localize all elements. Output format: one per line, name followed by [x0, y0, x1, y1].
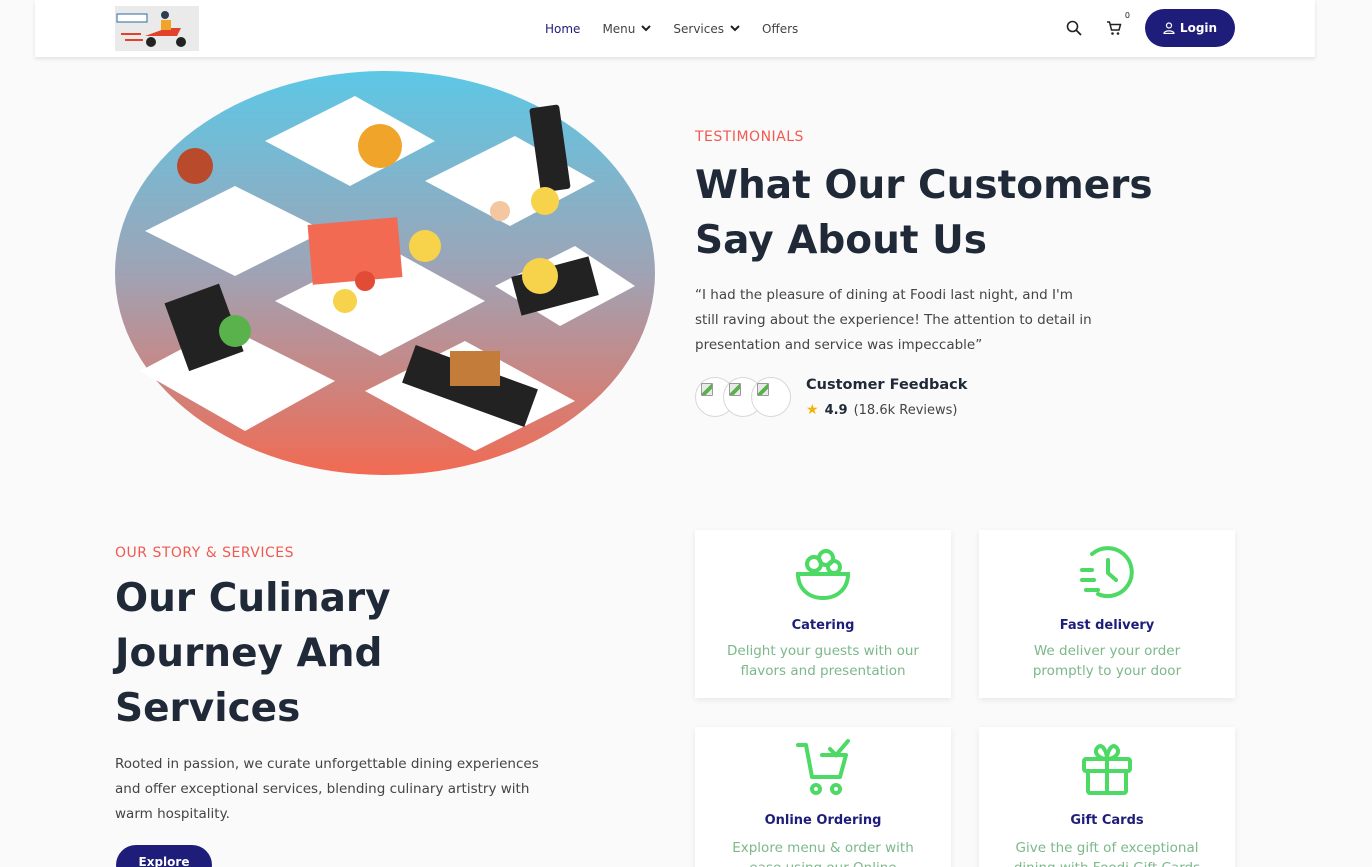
salad-bowl-icon [795, 549, 851, 601]
rating-value: 4.9 [824, 402, 848, 418]
nav-offers[interactable]: Offers [762, 22, 798, 36]
nav-links: Home Menu Services Offers [545, 0, 820, 57]
user-icon [1163, 22, 1175, 34]
chevron-down-icon [641, 25, 652, 32]
fast-clock-icon [1080, 546, 1134, 599]
service-card-online-ordering[interactable]: Online Ordering Explore menu & order wit… [695, 727, 951, 867]
rating: ★ 4.9 (18.6k Reviews) [806, 402, 958, 418]
nav-services[interactable]: Services [673, 22, 740, 36]
gift-icon [1082, 744, 1132, 795]
testimonials-title: What Our Customers Say About Us [695, 163, 1153, 263]
nav-home[interactable]: Home [545, 22, 580, 36]
service-card-gift-cards[interactable]: Gift Cards Give the gift of exceptional … [979, 727, 1235, 867]
service-title: Online Ordering [764, 813, 882, 828]
login-button[interactable]: Login [1145, 9, 1235, 47]
service-card-catering[interactable]: Catering Delight your guests with our fl… [695, 530, 951, 698]
star-icon: ★ [806, 402, 819, 418]
nav-actions: 0 Login [1063, 9, 1235, 47]
nav-menu-label: Menu [602, 21, 636, 36]
story-body: Rooted in passion, we curate unforgettab… [115, 756, 539, 822]
avatar [751, 377, 791, 417]
service-desc: Delight your guests with our flavors and… [727, 643, 919, 679]
review-count: (18.6k Reviews) [853, 402, 958, 418]
navbar: Home Menu Services Offers 0 Login [35, 0, 1315, 57]
customer-avatars [695, 377, 791, 417]
feedback-title: Customer Feedback [806, 377, 968, 393]
hero-illustration [115, 71, 655, 476]
nav-menu[interactable]: Menu [602, 21, 652, 36]
logo[interactable] [115, 6, 199, 51]
nav-home-label: Home [545, 21, 581, 36]
explore-button[interactable]: Explore [116, 845, 212, 867]
service-title: Fast delivery [1059, 618, 1155, 633]
service-desc: Explore menu & order with ease using our… [732, 840, 914, 867]
cart-count-badge: 0 [1124, 11, 1130, 20]
chevron-down-icon [730, 25, 740, 32]
service-card-fast-delivery[interactable]: Fast delivery We deliver your order prom… [979, 530, 1235, 698]
cart-button[interactable]: 0 [1103, 11, 1130, 39]
search-icon[interactable] [1063, 17, 1085, 39]
testimonials-eyebrow: TESTIMONIALS [695, 129, 804, 145]
login-label: Login [1179, 21, 1218, 35]
cart-check-icon [796, 739, 850, 795]
story-title: Our Culinary Journey And Services [115, 576, 391, 731]
service-desc: We deliver your order promptly to your d… [1032, 643, 1182, 679]
nav-services-label: Services [673, 21, 724, 36]
service-title: Gift Cards [1070, 813, 1144, 828]
nav-offers-label: Offers [762, 21, 799, 36]
story-eyebrow: OUR STORY & SERVICES [115, 545, 295, 561]
service-title: Catering [791, 618, 855, 633]
service-desc: Give the gift of exceptional dining with… [1014, 840, 1200, 867]
cart-icon [1107, 21, 1122, 35]
testimonial-quote: “I had the pleasure of dining at Foodi l… [695, 287, 1092, 353]
